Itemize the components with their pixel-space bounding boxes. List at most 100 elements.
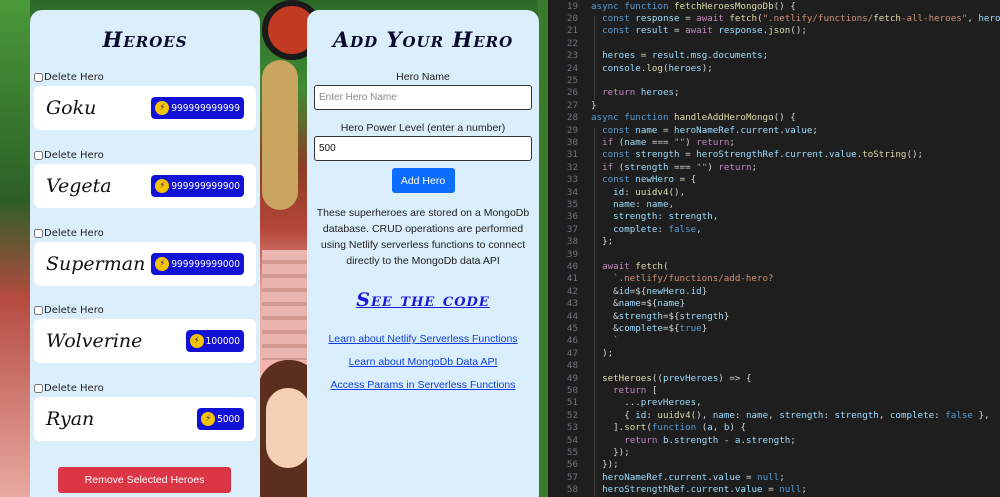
hero-power-badge: ⚡ 999999999900: [151, 175, 244, 197]
code-editor[interactable]: 19 async function fetchHeroesMongoDb() {2…: [548, 0, 1000, 497]
code-line: return [: [613, 384, 658, 396]
dragon-horn: [262, 60, 298, 210]
line-number: 22: [566, 37, 578, 49]
delete-hero-toggle[interactable]: Delete Hero: [34, 381, 256, 395]
delete-hero-toggle[interactable]: Delete Hero: [34, 148, 256, 162]
serverless-params-link[interactable]: Access Params in Serverless Functions: [307, 379, 539, 391]
description-text: These superheroes are stored on a MongoD…: [316, 207, 530, 267]
code-line: strength: strength,: [613, 211, 719, 223]
hero-power-label: Hero Power Level (enter a number): [340, 122, 506, 134]
see-the-code-link[interactable]: See the code: [307, 289, 539, 311]
code-line: `.netlify/functions/add-hero?: [613, 273, 774, 285]
hero-power-input[interactable]: [314, 136, 532, 161]
line-number: 55: [566, 446, 578, 458]
hero-power-badge: ⚡ 100000: [185, 330, 244, 352]
delete-hero-toggle[interactable]: Delete Hero: [34, 226, 256, 240]
line-number: 50: [566, 384, 578, 396]
hero-name: Vegeta: [46, 175, 112, 197]
power-icon: ⚡: [189, 334, 204, 348]
code-line: id: uuidv4(),: [613, 186, 686, 198]
hero-power-badge: ⚡ 5000: [197, 408, 244, 430]
hero-power-value: 999999999900: [171, 180, 240, 192]
line-number: 25: [566, 74, 578, 86]
line-number: 34: [566, 186, 578, 198]
line-number: 23: [566, 50, 578, 62]
hero-name: Wolverine: [46, 330, 143, 352]
hero-entry: Delete Hero Superman ⚡ 999999999000: [34, 226, 256, 286]
heroes-panel: Heroes Delete Hero Goku ⚡ 999999999999 Delet…: [30, 10, 260, 497]
power-icon: ⚡: [155, 101, 170, 115]
line-number: 35: [566, 198, 578, 210]
delete-hero-label: Delete Hero: [44, 227, 104, 239]
line-number: 53: [566, 422, 578, 434]
code-line: setHeroes((prevHeroes) => {: [602, 372, 752, 384]
hero-power-value: 999999999000: [171, 258, 240, 270]
line-number: 21: [566, 25, 578, 37]
hero-card: Ryan ⚡ 5000: [34, 397, 256, 441]
line-number: 27: [566, 99, 578, 111]
add-hero-button[interactable]: Add Hero: [391, 168, 455, 193]
power-icon: ⚡: [155, 179, 170, 193]
code-line: `: [613, 335, 619, 347]
code-line: { id: uuidv4(), name: name, strength: st…: [591, 409, 990, 421]
line-number: 51: [566, 397, 578, 409]
netlify-functions-link[interactable]: Learn about Netlify Serverless Functions: [307, 333, 539, 345]
hero-name-input[interactable]: [314, 85, 532, 110]
line-number: 46: [566, 335, 578, 347]
delete-hero-checkbox[interactable]: [34, 72, 43, 82]
hero-power-badge: ⚡ 999999999000: [151, 253, 244, 275]
hero-entry: Delete Hero Wolverine ⚡ 100000: [34, 303, 256, 363]
code-line: heroes = result.msg.documents;: [602, 50, 769, 62]
delete-hero-toggle[interactable]: Delete Hero: [34, 303, 256, 317]
hero-power-badge: ⚡ 999999999999: [151, 97, 244, 119]
hero-entry: Delete Hero Ryan ⚡ 5000: [34, 381, 256, 441]
dragon-body-left: [0, 0, 30, 497]
hero-entry: Delete Hero Vegeta ⚡ 999999999900: [34, 148, 256, 208]
delete-hero-checkbox[interactable]: [34, 383, 43, 393]
line-number: 31: [566, 149, 578, 161]
code-line: &id=${newHero.id}: [591, 285, 708, 297]
delete-hero-checkbox[interactable]: [34, 305, 43, 315]
hero-card: Superman ⚡ 999999999000: [34, 242, 256, 286]
line-number: 20: [566, 12, 578, 24]
code-line: };: [591, 236, 614, 248]
code-line: const result = await response.json();: [602, 25, 807, 37]
delete-hero-checkbox[interactable]: [34, 228, 43, 238]
delete-hero-label: Delete Hero: [44, 71, 104, 83]
character-face: [266, 388, 310, 468]
delete-hero-toggle[interactable]: Delete Hero: [34, 70, 256, 84]
add-hero-title: Add Your Hero: [332, 27, 514, 52]
line-number: 41: [566, 273, 578, 285]
code-line: });: [591, 446, 630, 458]
line-number: 39: [566, 248, 578, 260]
remove-selected-heroes-button[interactable]: Remove Selected Heroes: [58, 467, 231, 493]
code-line: await fetch(: [602, 260, 669, 272]
line-number: 56: [566, 459, 578, 471]
add-hero-panel: Add Your Hero Hero Name Hero Power Level…: [307, 10, 539, 497]
heroes-title: Heroes: [102, 27, 188, 52]
code-line: return b.strength - a.strength;: [624, 434, 796, 446]
hero-card: Goku ⚡ 999999999999: [34, 86, 256, 130]
mongodb-api-link[interactable]: Learn about MongoDb Data API: [307, 356, 539, 368]
line-number: 28: [566, 112, 578, 124]
power-icon: ⚡: [201, 412, 216, 426]
line-number: 42: [566, 285, 578, 297]
line-number: 47: [566, 347, 578, 359]
line-number: 32: [566, 161, 578, 173]
code-line: &name=${name}: [591, 298, 686, 310]
line-number: 57: [566, 471, 578, 483]
code-line: complete: false,: [613, 223, 702, 235]
code-line: return heroes;: [602, 87, 680, 99]
delete-hero-label: Delete Hero: [44, 304, 104, 316]
line-number: 43: [566, 298, 578, 310]
line-number: 19: [566, 0, 578, 12]
line-number: 49: [566, 372, 578, 384]
line-number: 58: [566, 484, 578, 496]
code-line: ].sort(function (a, b) {: [591, 422, 747, 434]
code-line: }: [591, 99, 597, 111]
code-line: &strength=${strength}: [591, 310, 730, 322]
code-line: &complete=${true}: [591, 322, 708, 334]
delete-hero-checkbox[interactable]: [34, 150, 43, 160]
line-number: 52: [566, 409, 578, 421]
line-number: 29: [566, 124, 578, 136]
